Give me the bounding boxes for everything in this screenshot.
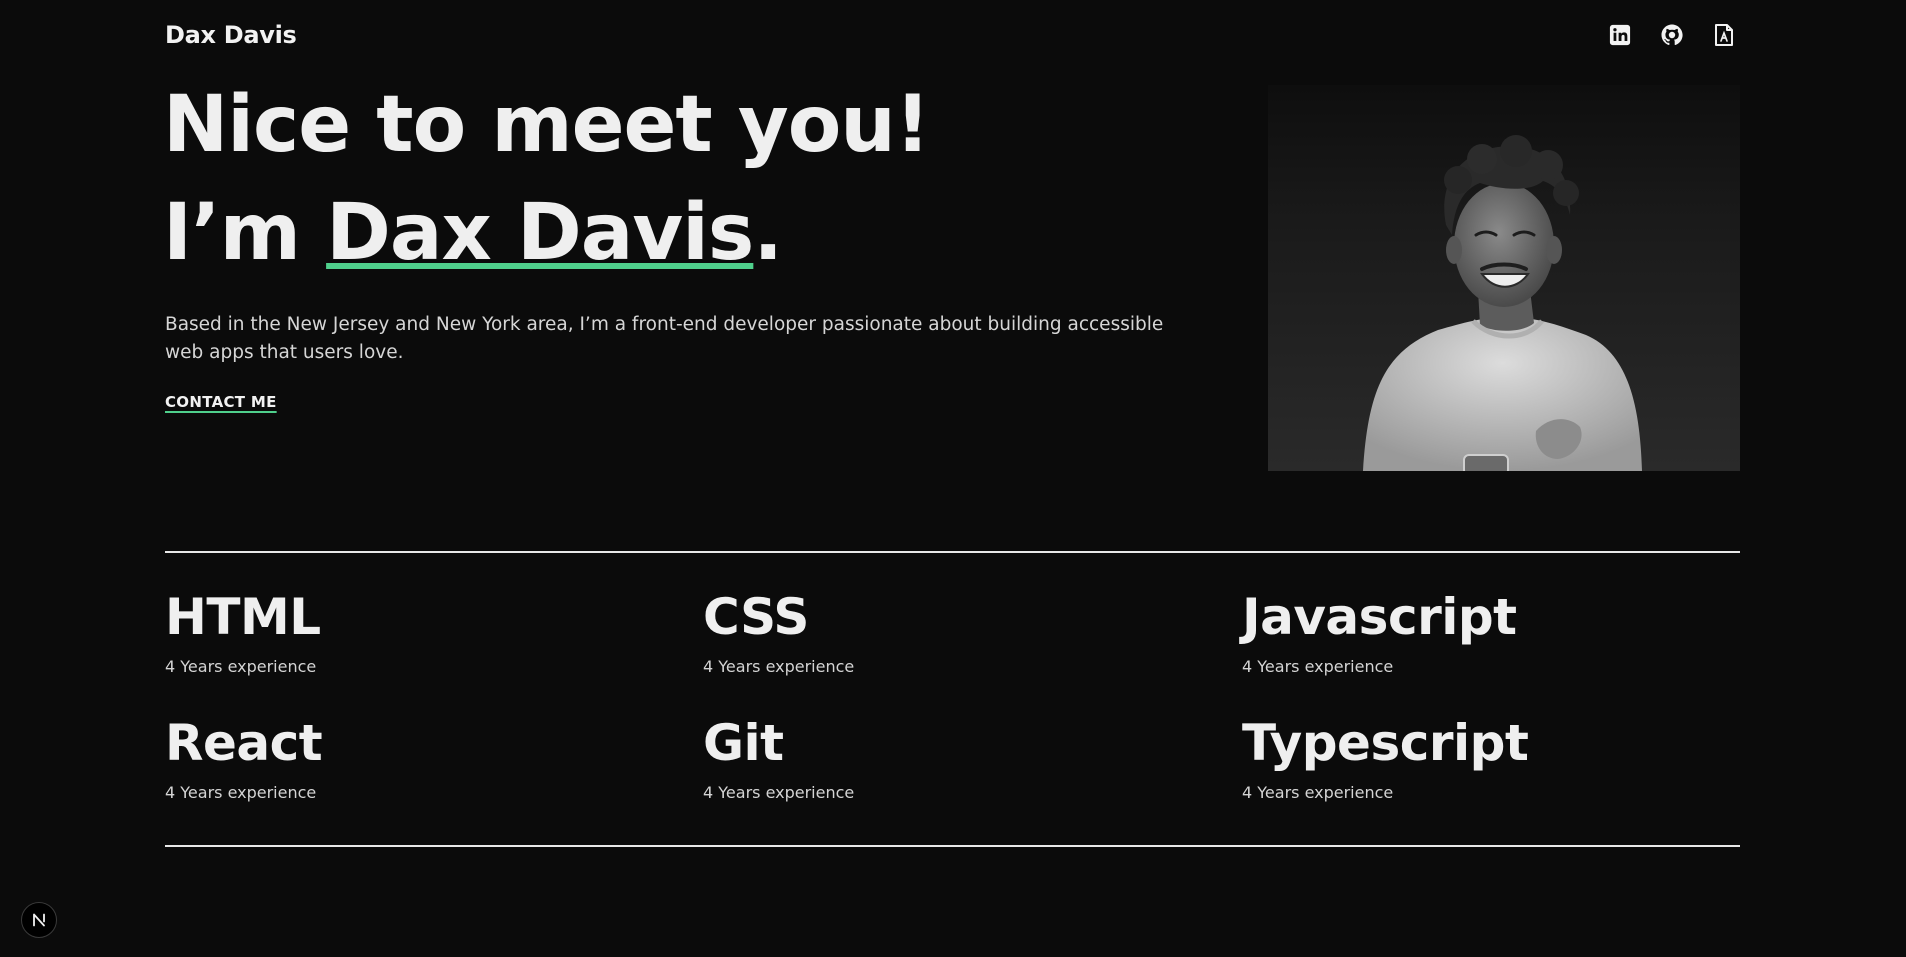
skill-name: CSS bbox=[703, 588, 809, 646]
skill-item-git: Git 4 Years experience bbox=[703, 718, 1203, 802]
skill-experience: 4 Years experience bbox=[1242, 783, 1394, 802]
social-links bbox=[1606, 21, 1738, 49]
brand-name[interactable]: Dax Davis bbox=[165, 21, 297, 49]
skill-experience: 4 Years experience bbox=[703, 783, 855, 802]
hero-greeting: Nice to meet you! bbox=[163, 80, 930, 170]
skill-item-react: React 4 Years experience bbox=[165, 718, 665, 802]
skill-item-css: CSS 4 Years experience bbox=[703, 592, 1203, 676]
skill-experience: 4 Years experience bbox=[165, 783, 317, 802]
skill-experience: 4 Years experience bbox=[165, 657, 317, 676]
skill-name: HTML bbox=[165, 588, 321, 646]
hero-name-line: I’m Dax Davis. bbox=[163, 194, 783, 272]
resume-document-icon bbox=[1715, 24, 1733, 46]
skill-name: Git bbox=[703, 714, 784, 772]
portrait-figure bbox=[1363, 135, 1642, 471]
contact-me-link[interactable]: CONTACT ME bbox=[165, 393, 277, 411]
skill-name: Javascript bbox=[1242, 588, 1517, 646]
nextjs-devtools-icon bbox=[33, 913, 45, 927]
skill-name: React bbox=[165, 714, 323, 772]
nextjs-devtools-button[interactable] bbox=[21, 902, 57, 938]
hero-name-prefix: I’m bbox=[163, 188, 327, 278]
hero-name-suffix: . bbox=[753, 188, 783, 278]
skills-divider-bottom bbox=[165, 845, 1740, 847]
github-link[interactable] bbox=[1658, 21, 1686, 49]
intro-paragraph: Based in the New Jersey and New York are… bbox=[165, 314, 1164, 363]
portfolio-page: Dax Davis Nice to meet you! I’m Dax Davi… bbox=[0, 0, 1906, 957]
skill-item-html: HTML 4 Years experience bbox=[165, 592, 665, 676]
linkedin-link[interactable] bbox=[1606, 21, 1634, 49]
skill-experience: 4 Years experience bbox=[1242, 657, 1394, 676]
skill-item-typescript: Typescript 4 Years experience bbox=[1242, 718, 1742, 802]
skills-divider-top bbox=[165, 551, 1740, 553]
hero-name: Dax Davis bbox=[326, 188, 754, 278]
skill-experience: 4 Years experience bbox=[703, 657, 855, 676]
resume-link[interactable] bbox=[1710, 21, 1738, 49]
github-icon bbox=[1661, 24, 1683, 46]
portrait-photo bbox=[1268, 85, 1740, 471]
site-header: Dax Davis bbox=[165, 0, 1740, 70]
linkedin-icon bbox=[1609, 24, 1631, 46]
skill-name: Typescript bbox=[1242, 714, 1529, 772]
skill-item-javascript: Javascript 4 Years experience bbox=[1242, 592, 1742, 676]
